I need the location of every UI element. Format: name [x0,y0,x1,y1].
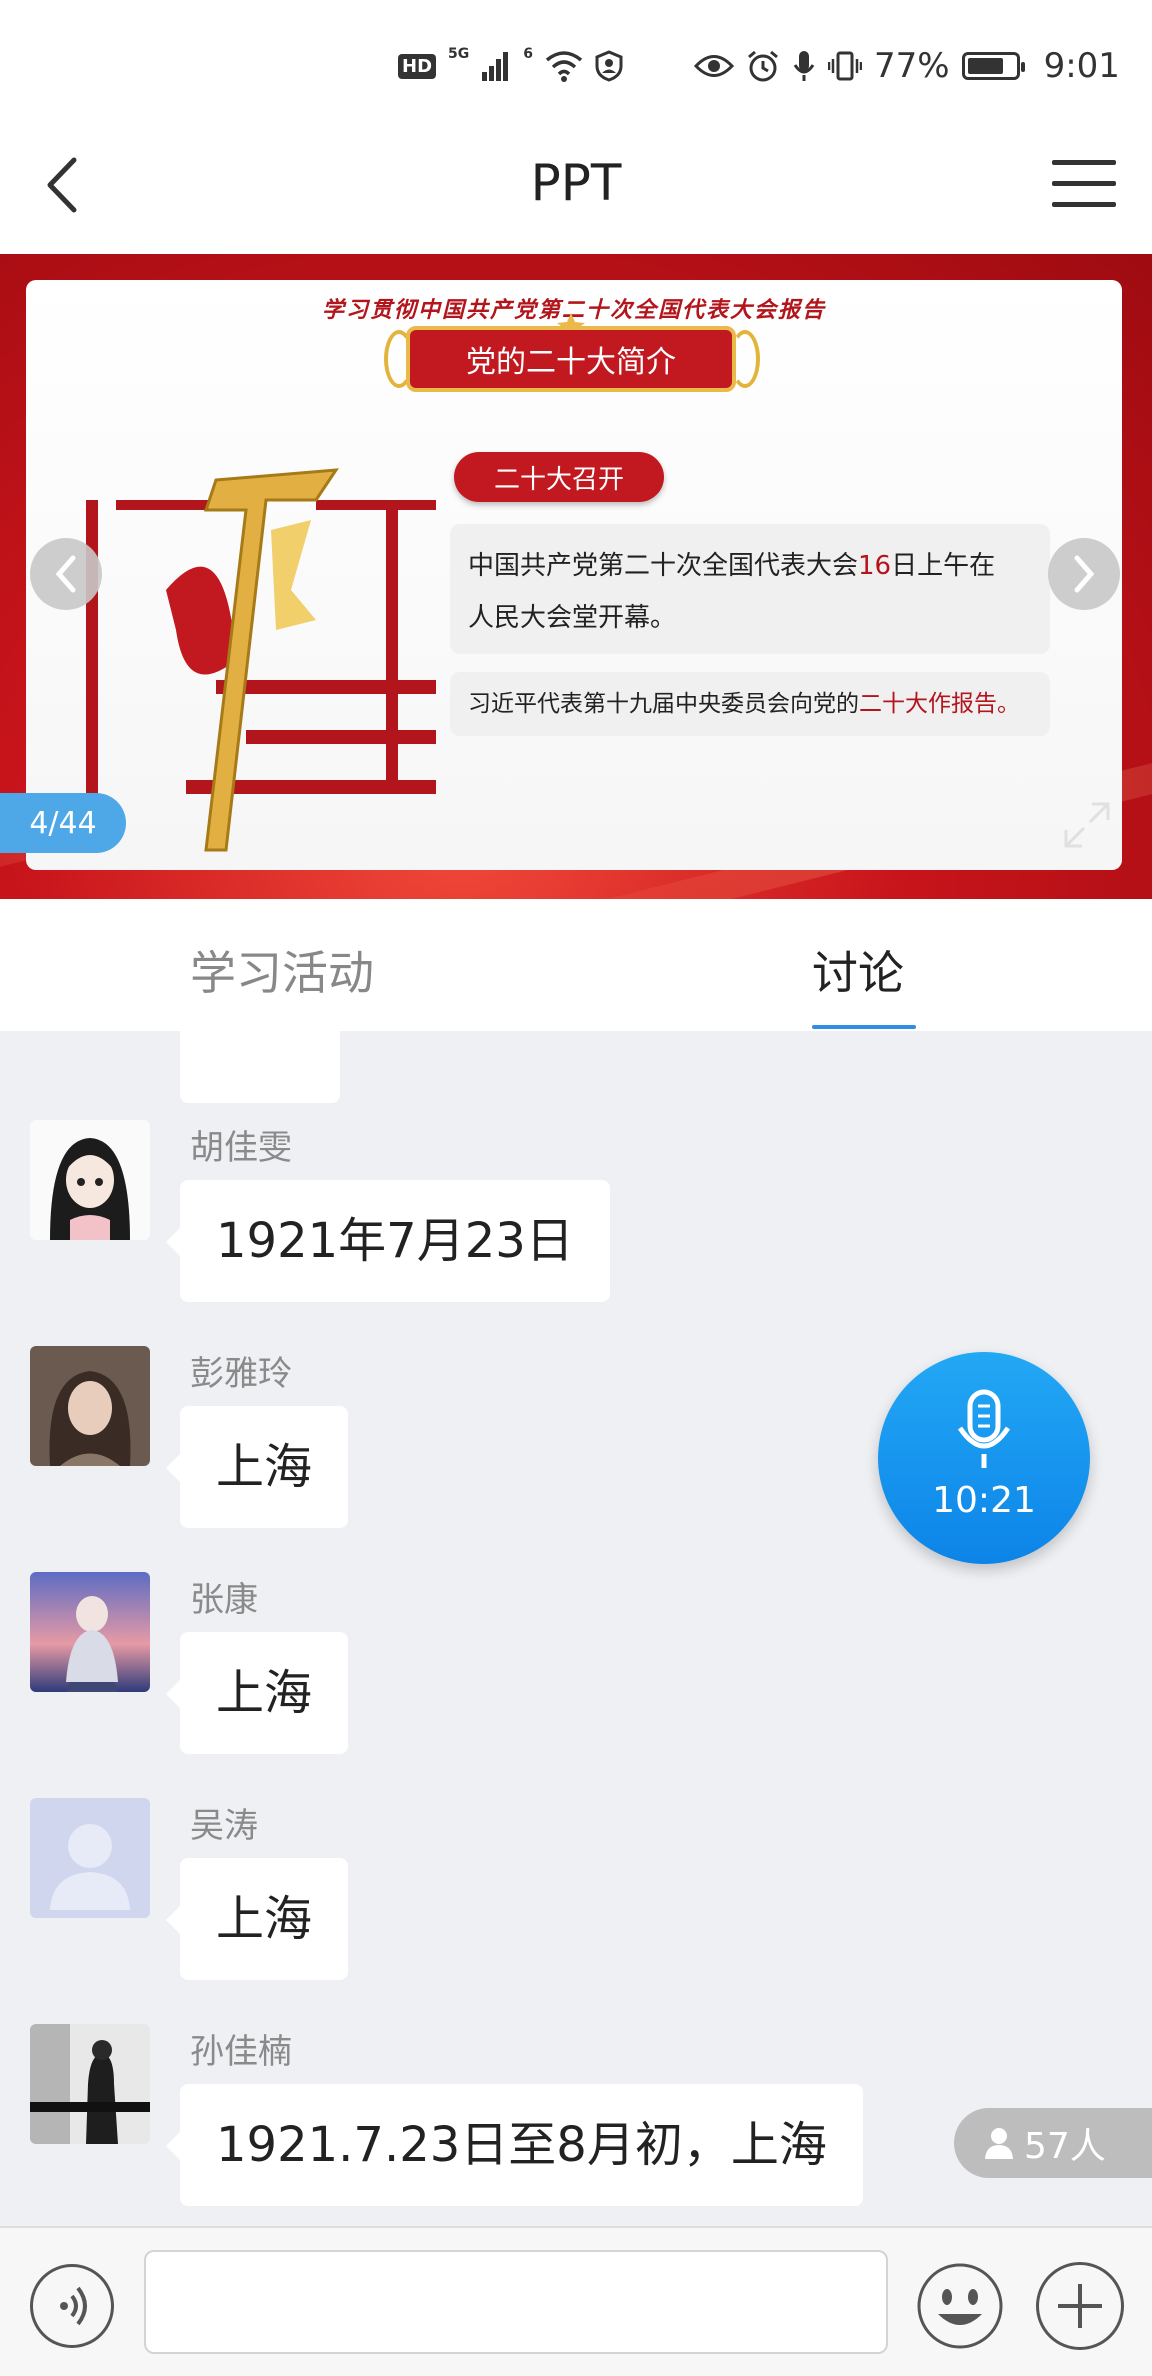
avatar-anime-girl-image [30,1120,150,1240]
slide-content: 学习贯彻中国共产党第二十次全国代表大会报告 党的二十大简介 二十大召开 中国共产… [26,280,1122,870]
avatar-bw-photo-image [30,2024,150,2144]
slide-text-2a: 习近平代表第十九届中央委员会向党的 [468,691,859,717]
person-icon [985,2128,1013,2159]
voice-wave-icon [60,2286,87,2326]
microphone-status-icon [793,51,815,81]
microphone-icon [957,1389,1011,1468]
participant-count-badge[interactable]: 57人 [954,2108,1152,2178]
discussion-list[interactable]: 胡佳雯 1921年7月23日 彭雅玲 上海 张康 上海 吴涛 上海 孙佳楠 19… [0,1031,1152,2226]
avatar-photo-girl-image [30,1346,150,1466]
emoji-icon[interactable] [916,2262,1004,2350]
slide-text-1a: 中国共产党第二十次全国代表大会 [468,551,859,581]
page-title: PPT [530,154,622,212]
battery-icon [961,52,1025,80]
slide-banner: 党的二十大简介 [406,326,736,392]
slide-viewer[interactable]: 学习贯彻中国共产党第二十次全国代表大会报告 党的二十大简介 二十大召开 中国共产… [0,254,1152,899]
slide-text-2: 习近平代表第十九届中央委员会向党的二十大作报告。 [450,672,1050,736]
wifi-icon [545,51,583,82]
avatar[interactable] [30,1572,150,1692]
wifi-gen-label: 6 [523,46,533,62]
user-name: 胡佳雯 [190,1128,292,1168]
slide-text-2b: 二十大作报告 [859,691,997,717]
avatar[interactable] [30,1798,150,1918]
input-bar [0,2226,1152,2376]
avatar[interactable] [30,2024,150,2144]
alarm-icon [748,50,778,82]
default-user-icon [30,1798,150,1918]
fullscreen-expand-icon[interactable] [1060,798,1114,852]
slide-text-1: 中国共产党第二十次全国代表大会16日上午在 人民大会堂开幕。 [450,524,1050,654]
party-20-emblem-graphic [86,468,436,852]
menu-bar-middle [1052,181,1116,186]
list-item: 胡佳雯 1921年7月23日 [0,1031,1152,1302]
battery-percent: 77% [874,46,950,86]
active-tab-indicator [812,1025,916,1029]
network-type-label: 5G [448,46,470,62]
recording-time: 10:21 [932,1480,1036,1521]
status-right: 77% 9:01 [694,44,1120,88]
menu-bar-top [1052,160,1116,165]
user-name: 彭雅玲 [190,1354,292,1394]
avatar[interactable] [30,1120,150,1240]
prev-slide-button[interactable] [30,538,102,610]
menu-button[interactable] [1052,156,1116,212]
header: PPT [0,120,1152,254]
tab-bar: 学习活动 讨论 [0,899,1152,1031]
slide-text-2c: 。 [997,691,1020,717]
signal-icon [482,52,509,81]
message-input[interactable] [144,2250,888,2354]
next-slide-button[interactable] [1048,538,1120,610]
section-pill: 二十大召开 [454,452,664,502]
slide-text-1c: 日上午在 [891,551,996,581]
status-left: HD 5G 6 [398,44,623,88]
participant-count: 57人 [1024,2126,1106,2167]
message-bubble[interactable]: 1921.7.23日至8月初，上海 [166,2084,863,2206]
chevron-left-icon [55,555,76,593]
battery-level [967,58,1003,74]
avatar-illustration-image [30,1572,150,1692]
slide-text-1d: 人民大会堂开幕。 [468,603,677,633]
slide-page-indicator: 4/44 [0,793,126,853]
hd-badge: HD [398,53,437,79]
plus-icon [1058,2284,1102,2328]
menu-bar-bottom [1052,202,1116,207]
user-name: 张康 [190,1580,258,1620]
voice-input-button[interactable] [30,2264,114,2348]
chevron-right-icon [1074,555,1095,593]
slide-text-1b: 16 [858,551,892,581]
vpn-shield-icon [595,50,623,82]
vibrate-icon [828,51,862,81]
avatar[interactable] [30,1346,150,1466]
status-bar: HD 5G 6 77% 9:01 [0,0,1152,120]
voice-record-button[interactable]: 10:21 [878,1352,1090,1564]
eye-icon [694,55,734,77]
list-item: 吴涛 上海 [0,1709,1152,1980]
more-options-button[interactable] [1036,2262,1124,2350]
tab-discussion[interactable]: 讨论 [812,937,904,1003]
app-screen: HD 5G 6 77% 9:01 PPT 学习贯彻中国共产党第二十次全国代表大会… [0,0,1152,2376]
tab-study-activities[interactable]: 学习活动 [190,937,374,1003]
user-name: 吴涛 [190,1806,258,1846]
clock: 9:01 [1043,46,1120,86]
user-name: 孙佳楠 [190,2032,292,2072]
